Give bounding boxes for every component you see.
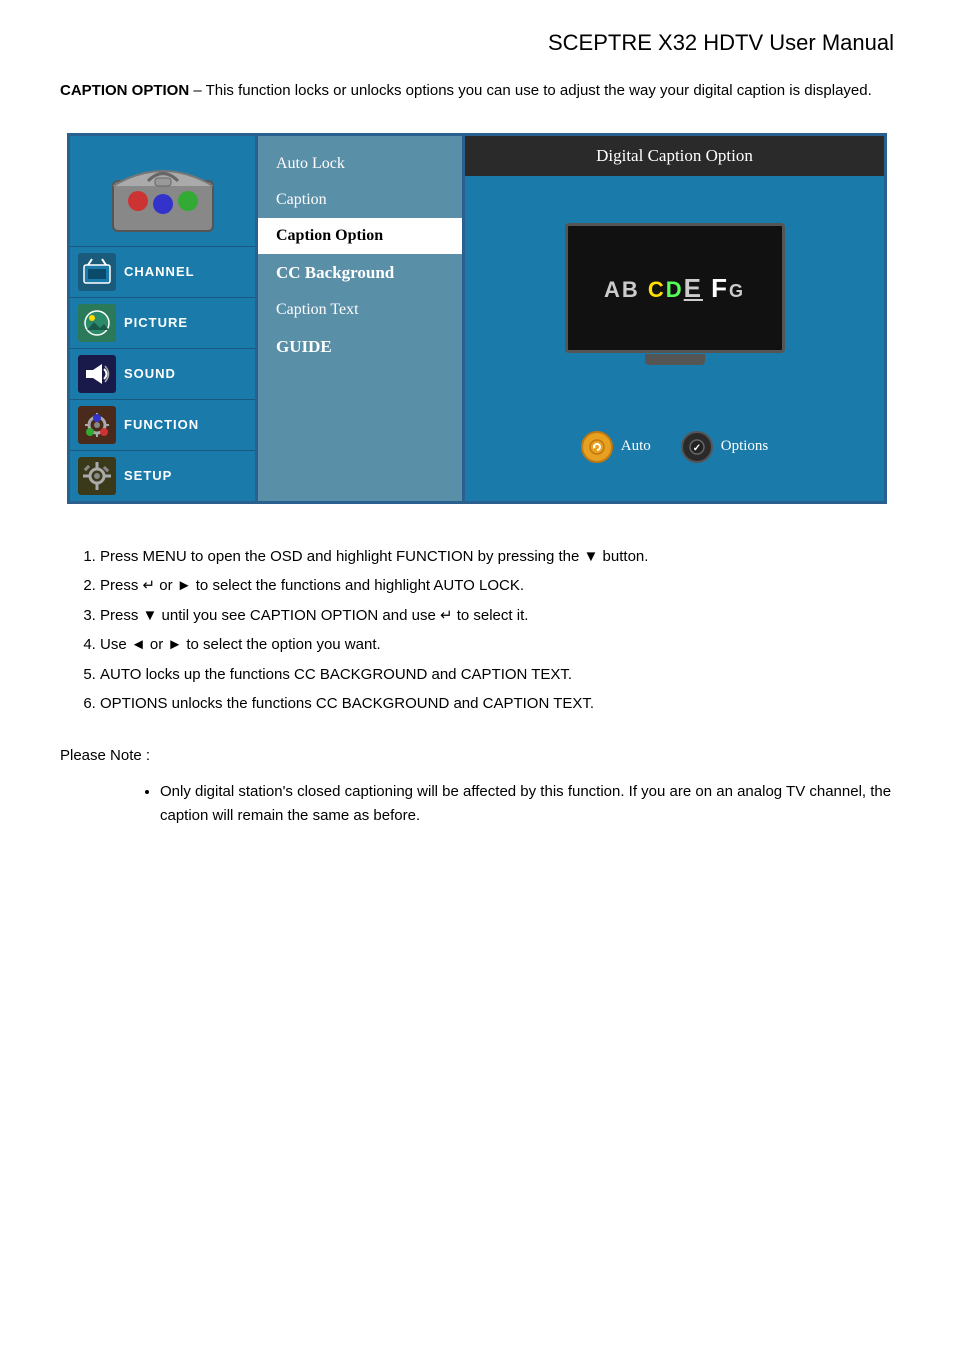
submenu-caption-option[interactable]: Caption Option [258, 218, 462, 254]
instruction-6: OPTIONS unlocks the functions CC BACKGRO… [100, 691, 894, 717]
sound-label: SOUND [124, 366, 176, 381]
options-button[interactable]: ✓ Options [681, 431, 769, 463]
auto-button[interactable]: Auto [581, 431, 651, 463]
instruction-2: Press ↵ or ► to select the functions and… [100, 573, 894, 599]
page-title: SCEPTRE X32 HDTV User Manual [548, 30, 894, 55]
picture-icon [78, 304, 116, 342]
sidebar-item-channel[interactable]: CHANNEL [70, 246, 255, 297]
instructions-section: Press MENU to open the OSD and highlight… [60, 544, 894, 717]
toolbox-icon [103, 146, 223, 236]
function-label: FUNCTION [124, 417, 199, 432]
channel-label: CHANNEL [124, 264, 195, 279]
digital-caption-option-header: Digital Caption Option [465, 136, 884, 176]
auto-circle-icon [581, 431, 613, 463]
submenu-cc-background[interactable]: CC Background [258, 254, 462, 292]
submenu-caption[interactable]: Caption [258, 182, 462, 218]
sidebar-item-function[interactable]: FUNCTION [70, 399, 255, 450]
osd-middle-panel: Auto Lock Caption Caption Option CC Back… [255, 136, 465, 501]
submenu-guide[interactable]: GUIDE [258, 328, 462, 366]
intro-paragraph: CAPTION OPTION – This function locks or … [60, 80, 894, 103]
osd-right-content: AB CDE FG [465, 176, 884, 501]
tv-display-wrapper: AB CDE FG [565, 223, 785, 365]
caption-option-label: CAPTION OPTION [60, 82, 189, 99]
picture-label: PICTURE [124, 315, 188, 330]
instruction-4: Use ◄ or ► to select the option you want… [100, 632, 894, 658]
osd-left-panel: CHANNEL PICTURE SOUND [70, 136, 255, 501]
submenu-auto-lock[interactable]: Auto Lock [258, 146, 462, 182]
setup-label: SETUP [124, 468, 172, 483]
osd-top-icon [70, 136, 255, 246]
sound-icon [78, 355, 116, 393]
setup-icon [78, 457, 116, 495]
function-icon [78, 406, 116, 444]
instructions-list: Press MENU to open the OSD and highlight… [100, 544, 894, 717]
sidebar-item-setup[interactable]: SETUP [70, 450, 255, 501]
channel-icon [78, 253, 116, 291]
osd-right-panel: Digital Caption Option AB CDE FG [465, 136, 884, 501]
please-note-list: Only digital station's closed captioning… [160, 780, 894, 828]
tv-display: AB CDE FG [565, 223, 785, 353]
please-note-label: Please Note : [60, 747, 894, 764]
auto-label: Auto [621, 438, 651, 455]
instruction-5: AUTO locks up the functions CC BACKGROUN… [100, 662, 894, 688]
osd-action-buttons: Auto ✓ Options [581, 431, 769, 463]
svg-text:✓: ✓ [693, 443, 701, 454]
submenu-caption-text[interactable]: Caption Text [258, 292, 462, 328]
osd-screenshot: CHANNEL PICTURE SOUND [67, 133, 887, 504]
tv-screen-caption: AB CDE FG [604, 273, 745, 304]
please-note-item-1: Only digital station's closed captioning… [160, 780, 894, 828]
instruction-1: Press MENU to open the OSD and highlight… [100, 544, 894, 570]
options-circle-icon: ✓ [681, 431, 713, 463]
sidebar-item-picture[interactable]: PICTURE [70, 297, 255, 348]
sidebar-item-sound[interactable]: SOUND [70, 348, 255, 399]
instruction-3: Press ▼ until you see CAPTION OPTION and… [100, 603, 894, 629]
intro-text: – This function locks or unlocks options… [189, 82, 872, 99]
options-label: Options [721, 438, 769, 455]
page-header: SCEPTRE X32 HDTV User Manual [60, 30, 894, 56]
